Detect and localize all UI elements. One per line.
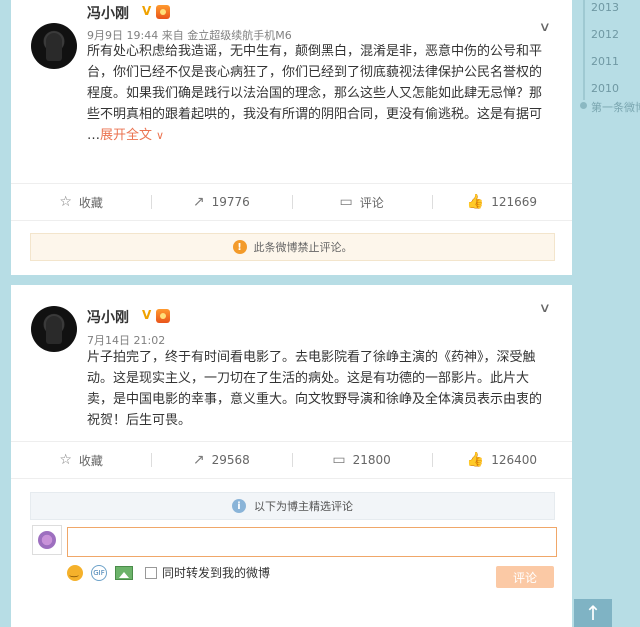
expand-full-text-link[interactable]: 展开全文 (100, 128, 152, 143)
star-icon: ☆ (59, 194, 72, 210)
like-button[interactable]: 👍 126400 (431, 442, 572, 478)
repost-button[interactable]: ↗ 19776 (151, 184, 291, 220)
comment-button[interactable]: ▭ 21800 (291, 442, 432, 478)
star-icon: ☆ (59, 452, 72, 468)
post-meta: 7月14日 21:02 (87, 332, 165, 348)
year-timeline: 2013 2012 2011 2010 第一条微博 (580, 0, 640, 120)
notice-text: 此条微博禁止评论。 (253, 241, 353, 254)
comment-button[interactable]: ▭ 评论 (291, 184, 432, 220)
repost-count: 29568 (211, 453, 250, 467)
comments-disabled-notice: ! 此条微博禁止评论。 (30, 233, 555, 261)
favorite-button[interactable]: ☆ 收藏 (11, 442, 151, 478)
comment-tools: GIF 同时转发到我的微博 (67, 564, 270, 581)
verified-icon: V (142, 308, 152, 322)
post-time[interactable]: 7月14日 21:02 (87, 334, 165, 347)
post-actions: ☆ 收藏 ↗ 19776 ▭ 评论 👍 121669 (11, 183, 572, 221)
gif-icon[interactable]: GIF (91, 564, 107, 581)
submit-comment-button[interactable]: 评论 (496, 566, 554, 588)
comment-icon: ▭ (339, 194, 353, 210)
repost-count: 19776 (211, 195, 250, 209)
post-text-line: 台，你们已经不仅是丧心病狂了，你们已经到了彻底藐视法律保护公民名誉权的 (87, 65, 543, 80)
info-icon: i (232, 499, 246, 513)
thumbs-up-icon: 👍 (466, 452, 485, 468)
post-actions: ☆ 收藏 ↗ 29568 ▭ 21800 👍 126400 (11, 441, 572, 479)
repost-button[interactable]: ↗ 29568 (151, 442, 291, 478)
timeline-year-2013[interactable]: 2013 (591, 1, 619, 14)
weibo-post: 冯小刚 V ∨ 9月9日 19:44 来自 金立超级续航手机M6 所有处心积虑给… (11, 0, 572, 275)
forward-label[interactable]: 同时转发到我的微博 (162, 564, 270, 581)
medal-icon (156, 5, 170, 19)
arrow-up-icon: ↑ (584, 601, 602, 625)
timeline-year-2010[interactable]: 2010 (591, 82, 619, 95)
warning-icon: ! (232, 240, 247, 254)
verified-icon: V (142, 4, 152, 18)
comment-count: 21800 (352, 453, 391, 467)
post-text-line: 些不明真相的跟着起哄的，我没有所谓的阴阳合同，更没有偷逃税。这是有据可 (87, 107, 543, 122)
repost-icon: ↗ (192, 194, 205, 210)
medal-icon (156, 309, 170, 323)
post-text-line: 动。这是现实主义，一刀切在了生活的病处。这是有功德的一部影片。此片大 (87, 371, 530, 386)
post-content: 所有处心积虑给我造谣，无中生有，颠倒黑白，混淆是非，恶意中伤的公号和平 台，你们… (87, 41, 567, 146)
favorite-label: 收藏 (78, 453, 103, 468)
repost-icon: ↗ (192, 452, 205, 468)
like-count: 126400 (491, 453, 537, 467)
chevron-down-icon[interactable]: ∨ (156, 129, 164, 142)
timeline-first-post[interactable]: 第一条微博 (591, 99, 640, 115)
post-content: 片子拍完了，终于有时间看电影了。去电影院看了徐峥主演的《药神》，深受触 动。这是… (87, 347, 567, 431)
author-name[interactable]: 冯小刚 (87, 3, 129, 23)
post-text-line: 程度。如果我们确是践行以法治国的理念，那么这些人又怎能如此肆无忌惮？那 (87, 86, 543, 101)
post-text-line: 所有处心积虑给我造谣，无中生有，颠倒黑白，混淆是非，恶意中伤的公号和平 (87, 44, 543, 59)
author-avatar[interactable] (31, 306, 77, 352)
comment-input[interactable] (67, 527, 557, 557)
author-name[interactable]: 冯小刚 (87, 307, 129, 327)
forward-checkbox[interactable] (145, 566, 157, 579)
comment-icon: ▭ (332, 452, 346, 468)
timeline-year-2012[interactable]: 2012 (591, 28, 619, 41)
chevron-down-icon[interactable]: ∨ (539, 301, 551, 316)
back-to-top-button[interactable]: ↑ (574, 599, 612, 627)
post-text-line: 卖，是中国电影的幸事，意义重大。向文牧野导演和徐峥及全体演员表示由衷的 (87, 392, 543, 407)
comment-label: 评论 (359, 195, 384, 210)
timeline-year-2011[interactable]: 2011 (591, 55, 619, 68)
post-text-line: 片子拍完了，终于有时间看电影了。去电影院看了徐峥主演的《药神》，深受触 (87, 350, 536, 365)
like-button[interactable]: 👍 121669 (431, 184, 572, 220)
my-avatar (32, 525, 62, 555)
selected-comments-text: 以下为博主精选评论 (254, 500, 353, 513)
chevron-down-icon[interactable]: ∨ (539, 20, 551, 35)
timeline-line (583, 0, 585, 100)
emoji-icon[interactable] (67, 564, 83, 581)
timeline-dot (580, 102, 587, 109)
favorite-button[interactable]: ☆ 收藏 (11, 184, 151, 220)
ellipsis: … (87, 128, 100, 143)
comment-panel: i 以下为博主精选评论 GIF 同时转发到我的微博 评论 (11, 480, 572, 627)
favorite-label: 收藏 (78, 195, 103, 210)
post-text-line: 祝贺！后生可畏。 (87, 413, 192, 428)
like-count: 121669 (491, 195, 537, 209)
author-avatar[interactable] (31, 23, 77, 69)
thumbs-up-icon: 👍 (466, 194, 485, 210)
image-icon[interactable] (115, 565, 133, 580)
selected-comments-bar: i 以下为博主精选评论 (30, 492, 555, 520)
